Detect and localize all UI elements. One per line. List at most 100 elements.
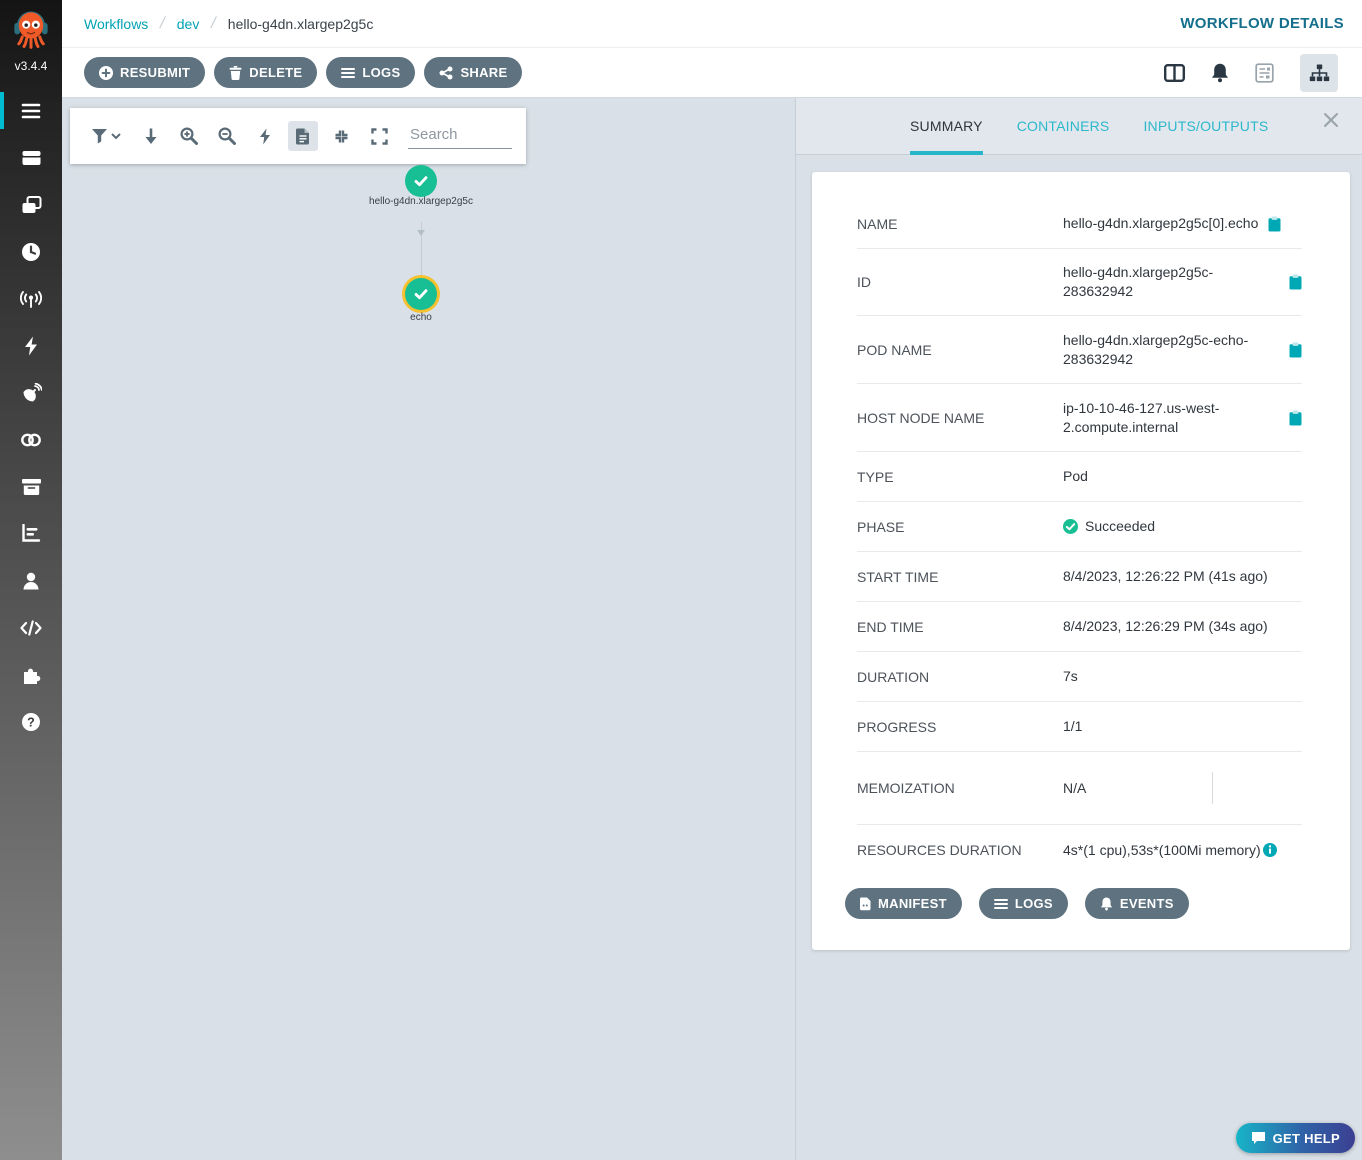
- header: Workflows / dev / hello-g4dn.xlargep2g5c…: [62, 0, 1362, 98]
- sidebar-item-api-docs[interactable]: [0, 604, 62, 651]
- tab-summary[interactable]: SUMMARY: [910, 98, 983, 154]
- table-row: START TIME 8/4/2023, 12:26:22 PM (41s ag…: [857, 552, 1302, 602]
- copy-icon[interactable]: [1268, 216, 1281, 232]
- breadcrumb-row: Workflows / dev / hello-g4dn.xlargep2g5c…: [62, 0, 1362, 48]
- bolt-tool-icon[interactable]: [250, 121, 280, 151]
- breadcrumb-separator: /: [158, 15, 166, 33]
- search-input[interactable]: [408, 123, 512, 149]
- app-version: v3.4.4: [10, 59, 52, 81]
- copy-icon[interactable]: [1289, 342, 1302, 358]
- row-value: hello-g4dn.xlargep2g5c-echo-283632942: [1063, 331, 1279, 369]
- row-value: 4s*(1 cpu),53s*(100Mi memory): [1063, 841, 1261, 860]
- argo-octopus-icon: [10, 6, 52, 52]
- share-icon: [439, 66, 453, 80]
- page-title: WORKFLOW DETAILS: [1180, 15, 1344, 32]
- sidebar-item-workflow-templates[interactable]: [0, 134, 62, 181]
- table-row: NAME hello-g4dn.xlargep2g5c[0].echo: [857, 199, 1302, 249]
- check-icon: [411, 284, 431, 304]
- expand-icon[interactable]: [364, 121, 394, 151]
- sidebar-item-archived-workflows[interactable]: [0, 416, 62, 463]
- broadcast-tower-icon: [20, 289, 42, 309]
- bell-icon[interactable]: [1211, 63, 1229, 83]
- logs-button[interactable]: LOGS: [326, 57, 415, 88]
- copy-icon[interactable]: [1289, 410, 1302, 426]
- sidebar-item-help[interactable]: ?: [0, 698, 62, 745]
- svg-text:?: ?: [27, 715, 35, 729]
- node-detail-panel: SUMMARY CONTAINERS INPUTS/OUTPUTS NAME h…: [796, 98, 1362, 1160]
- link-icon: [20, 431, 42, 449]
- memoization-cell-divider: [1212, 772, 1213, 804]
- table-row: PROGRESS 1/1: [857, 702, 1302, 752]
- bars-icon: [994, 898, 1008, 910]
- breadcrumb-separator: /: [209, 15, 217, 33]
- sitemap-view-icon[interactable]: [1300, 54, 1338, 92]
- workflow-node-echo[interactable]: [405, 278, 437, 310]
- table-row: PHASE Succeeded: [857, 502, 1302, 552]
- manifest-button[interactable]: MANIFEST: [845, 888, 962, 919]
- get-help-button[interactable]: GET HELP: [1236, 1123, 1355, 1153]
- breadcrumb: Workflows / dev / hello-g4dn.xlargep2g5c: [84, 15, 373, 33]
- delete-button[interactable]: DELETE: [214, 57, 317, 88]
- graph-toolbar: [70, 108, 526, 164]
- columns-layout-icon[interactable]: [1164, 64, 1185, 82]
- tab-inputs-outputs[interactable]: INPUTS/OUTPUTS: [1143, 98, 1268, 154]
- row-value: 8/4/2023, 12:26:29 PM (34s ago): [1063, 617, 1268, 636]
- breadcrumb-namespace[interactable]: dev: [177, 16, 200, 32]
- arrow-down-icon[interactable]: [136, 121, 166, 151]
- resubmit-button[interactable]: RESUBMIT: [84, 57, 205, 88]
- sidebar-item-plugins[interactable]: [0, 651, 62, 698]
- sidebar-item-sensors[interactable]: [0, 369, 62, 416]
- compress-icon[interactable]: [326, 121, 356, 151]
- phase-badge: Succeeded: [1063, 517, 1155, 536]
- tab-containers[interactable]: CONTAINERS: [1017, 98, 1110, 154]
- sidebar-item-reports[interactable]: [0, 510, 62, 557]
- row-value: ip-10-10-46-127.us-west-2.compute.intern…: [1063, 399, 1279, 437]
- filter-icon[interactable]: [84, 121, 128, 151]
- bell-icon: [1100, 897, 1113, 911]
- close-icon[interactable]: [1323, 112, 1339, 131]
- summary-actions: MANIFEST LOGS EVENTS: [812, 875, 1350, 950]
- table-row: END TIME 8/4/2023, 12:26:29 PM (34s ago): [857, 602, 1302, 652]
- bars-icon: [341, 67, 355, 79]
- events-button[interactable]: EVENTS: [1085, 888, 1189, 919]
- zoom-out-icon[interactable]: [212, 121, 242, 151]
- zoom-in-icon[interactable]: [174, 121, 204, 151]
- node-detail-tool-icon[interactable]: [288, 121, 318, 151]
- row-value: hello-g4dn.xlargep2g5c-283632942: [1063, 263, 1279, 301]
- sidebar-item-event-sources[interactable]: [0, 322, 62, 369]
- sidebar-item-cron-workflows[interactable]: [0, 228, 62, 275]
- table-row: DURATION 7s: [857, 652, 1302, 702]
- summary-table: NAME hello-g4dn.xlargep2g5c[0].echo ID h…: [812, 172, 1350, 875]
- toolbar: RESUBMIT DELETE LOGS SHARE: [62, 48, 1362, 97]
- detail-tabbar: SUMMARY CONTAINERS INPUTS/OUTPUTS: [796, 98, 1362, 155]
- stacked-windows-icon: [21, 195, 42, 215]
- workflow-graph-pane: hello-g4dn.xlargep2g5c echo: [62, 98, 796, 1160]
- info-icon[interactable]: [1263, 843, 1277, 857]
- workflow-node-root[interactable]: [405, 165, 437, 197]
- window-icon: [21, 148, 42, 168]
- row-value: Pod: [1063, 467, 1088, 486]
- sidebar-item-event-flow[interactable]: [0, 275, 62, 322]
- copy-icon[interactable]: [1289, 274, 1302, 290]
- row-value: hello-g4dn.xlargep2g5c[0].echo: [1063, 214, 1258, 233]
- bolt-icon: [22, 336, 40, 356]
- sidebar-item-user[interactable]: [0, 557, 62, 604]
- breadcrumb-workflows[interactable]: Workflows: [84, 16, 148, 32]
- sidebar-item-archive[interactable]: [0, 463, 62, 510]
- user-icon: [21, 571, 41, 591]
- logs-detail-button[interactable]: LOGS: [979, 888, 1068, 919]
- report-widget-icon[interactable]: [1255, 63, 1274, 83]
- table-row-memoization: MEMOIZATION N/A: [857, 752, 1302, 825]
- argo-logo[interactable]: v3.4.4: [10, 0, 52, 81]
- share-button[interactable]: SHARE: [424, 57, 522, 88]
- menu-icon: [20, 101, 42, 121]
- row-value: 7s: [1063, 667, 1078, 686]
- clock-icon: [21, 242, 41, 262]
- table-row: POD NAME hello-g4dn.xlargep2g5c-echo-283…: [857, 316, 1302, 384]
- row-value: N/A: [1063, 779, 1086, 798]
- header-icon-group: [1164, 54, 1338, 92]
- row-value: 8/4/2023, 12:26:22 PM (41s ago): [1063, 567, 1268, 586]
- sidebar-item-workflows[interactable]: [0, 87, 62, 134]
- sidebar-item-cluster-workflow-templates[interactable]: [0, 181, 62, 228]
- bar-chart-icon: [21, 524, 41, 543]
